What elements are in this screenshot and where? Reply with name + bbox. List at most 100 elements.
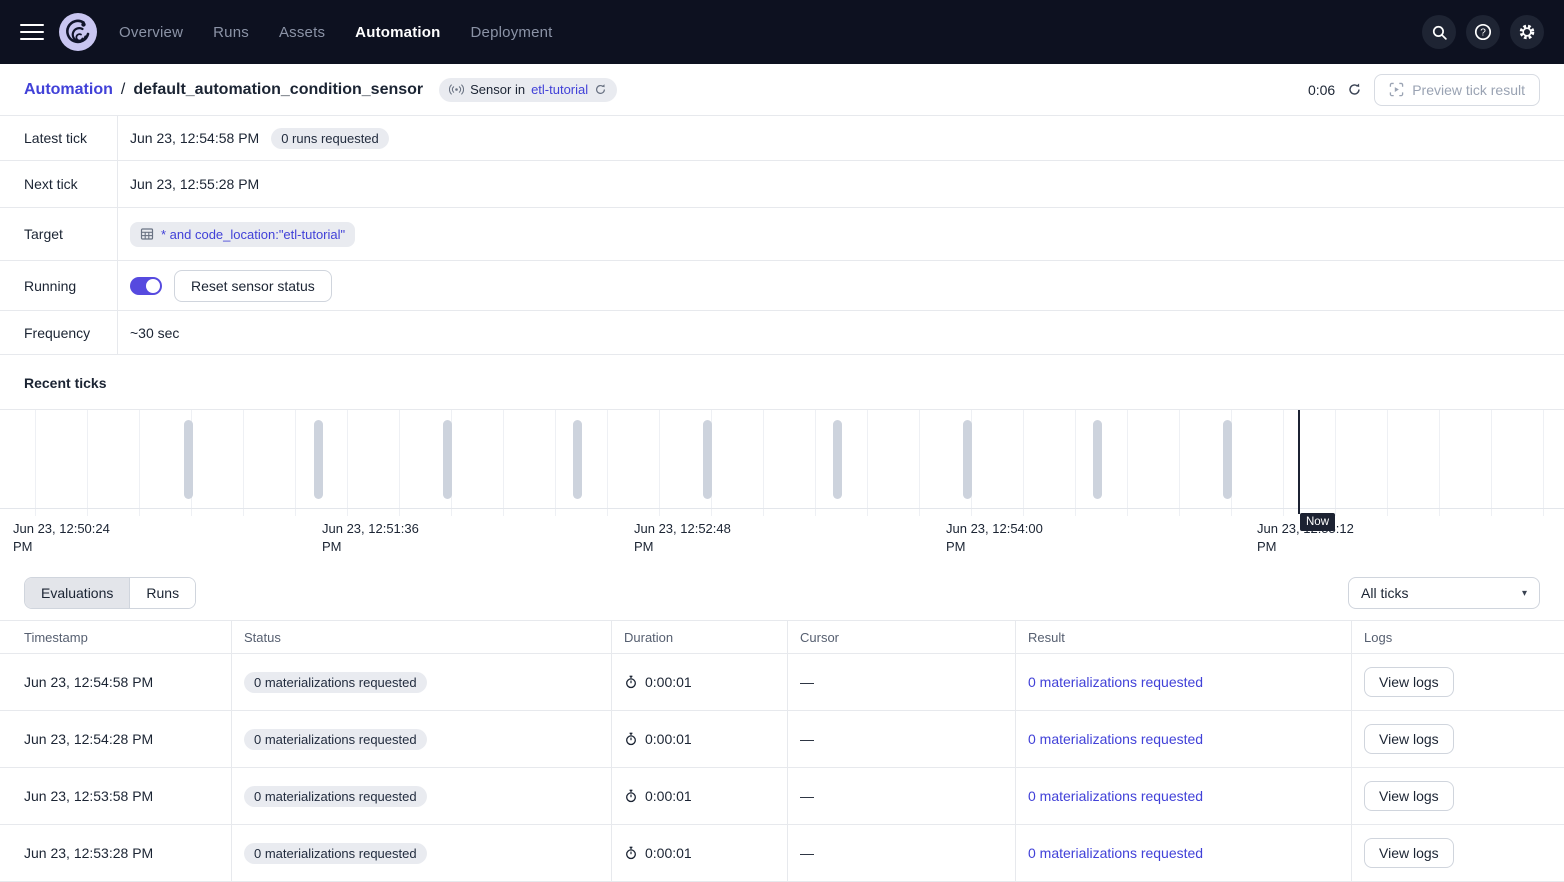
evaluations-table: Timestamp Status Duration Cursor Result … (0, 620, 1564, 882)
cell-timestamp: Jun 23, 12:54:58 PM (0, 654, 232, 710)
frequency-value: ~30 sec (130, 325, 179, 341)
table-row: Jun 23, 12:54:28 PM 0 materializations r… (0, 711, 1564, 768)
status-badge: 0 materializations requested (244, 786, 427, 807)
nav-item-overview[interactable]: Overview (119, 24, 183, 41)
refresh-button[interactable] (1347, 82, 1362, 97)
tick-bar[interactable] (573, 420, 582, 499)
target-label: Target (0, 208, 118, 260)
frequency-label: Frequency (0, 311, 118, 354)
axis-label: Jun 23, 12:52:48 PM (634, 520, 734, 555)
timeline-gridline (139, 410, 140, 516)
frequency-row: Frequency ~30 sec (0, 311, 1564, 355)
refresh-icon[interactable] (594, 83, 607, 96)
timeline-gridline (1335, 410, 1336, 516)
timeline-gridline (87, 410, 88, 516)
reset-sensor-status-button[interactable]: Reset sensor status (174, 270, 332, 302)
cell-duration: 0:00:01 (612, 768, 788, 824)
dagster-logo-icon[interactable] (59, 13, 97, 51)
nav-item-deployment[interactable]: Deployment (471, 24, 553, 41)
cell-cursor: — (788, 711, 1016, 767)
tick-bar[interactable] (1093, 420, 1102, 499)
search-icon (1431, 24, 1448, 41)
view-logs-button[interactable]: View logs (1364, 838, 1454, 868)
cell-duration: 0:00:01 (612, 711, 788, 767)
view-logs-button[interactable]: View logs (1364, 781, 1454, 811)
sensor-details: Latest tick Jun 23, 12:54:58 PM 0 runs r… (0, 116, 1564, 355)
timeline-gridline (1075, 410, 1076, 516)
latest-tick-label: Latest tick (0, 116, 118, 160)
axis-label: Jun 23, 12:51:36 PM (322, 520, 422, 555)
col-header-timestamp: Timestamp (0, 621, 232, 653)
next-tick-value: Jun 23, 12:55:28 PM (130, 176, 259, 192)
running-label: Running (0, 261, 118, 310)
tick-filter-select[interactable]: All ticks ▾ (1348, 577, 1540, 609)
tick-countdown: 0:06 (1308, 82, 1335, 98)
tick-bar[interactable] (1223, 420, 1232, 499)
sensor-location-badge: Sensor in etl-tutorial (439, 78, 617, 102)
status-badge: 0 materializations requested (244, 729, 427, 750)
nav-item-runs[interactable]: Runs (213, 24, 249, 41)
breadcrumb-automation-link[interactable]: Automation (24, 81, 113, 99)
table-row: Jun 23, 12:54:58 PM 0 materializations r… (0, 654, 1564, 711)
sensor-icon (449, 84, 464, 95)
help-icon: ? (1474, 23, 1492, 41)
timeline-axis (0, 508, 1564, 509)
result-link[interactable]: 0 materializations requested (1028, 674, 1203, 690)
timeline-plot: Now (0, 410, 1564, 516)
timeline-gridline (1387, 410, 1388, 516)
timeline-gridline (1283, 410, 1284, 516)
gear-icon (1518, 23, 1536, 41)
target-selection-text: * and code_location:"etl-tutorial" (161, 227, 345, 242)
timeline-gridline (347, 410, 348, 516)
timeline-gridline (607, 410, 608, 516)
caret-down-icon: ▾ (1522, 588, 1527, 599)
tick-bar[interactable] (703, 420, 712, 499)
asset-table-icon (140, 227, 154, 241)
tab-runs[interactable]: Runs (130, 578, 195, 608)
result-link[interactable]: 0 materializations requested (1028, 731, 1203, 747)
preview-scan-play-icon (1389, 82, 1404, 97)
result-link[interactable]: 0 materializations requested (1028, 788, 1203, 804)
table-body: Jun 23, 12:54:58 PM 0 materializations r… (0, 654, 1564, 882)
target-selection-badge[interactable]: * and code_location:"etl-tutorial" (130, 222, 355, 247)
cell-timestamp: Jun 23, 12:54:28 PM (0, 711, 232, 767)
view-logs-button[interactable]: View logs (1364, 667, 1454, 697)
timeline-gridline (659, 410, 660, 516)
tick-bar[interactable] (314, 420, 323, 499)
recent-ticks-heading: Recent ticks (0, 355, 1564, 409)
latest-tick-value: Jun 23, 12:54:58 PM (130, 130, 259, 146)
sensor-badge-text: Sensor in (470, 82, 525, 97)
tick-bar[interactable] (963, 420, 972, 499)
axis-label: Jun 23, 12:50:24 PM (13, 520, 113, 555)
cell-timestamp: Jun 23, 12:53:58 PM (0, 768, 232, 824)
nav-item-assets[interactable]: Assets (279, 24, 325, 41)
timeline-gridline (1491, 410, 1492, 516)
result-link[interactable]: 0 materializations requested (1028, 845, 1203, 861)
tick-bar[interactable] (443, 420, 452, 499)
cell-cursor: — (788, 654, 1016, 710)
preview-tick-result-button[interactable]: Preview tick result (1374, 74, 1540, 106)
search-button[interactable] (1422, 15, 1456, 49)
code-location-link[interactable]: etl-tutorial (531, 82, 588, 97)
tick-bar[interactable] (184, 420, 193, 499)
timeline-gridline (35, 410, 36, 516)
settings-button[interactable] (1510, 15, 1544, 49)
view-logs-button[interactable]: View logs (1364, 724, 1454, 754)
timeline-gridline (243, 410, 244, 516)
col-header-cursor: Cursor (788, 621, 1016, 653)
view-segmented-control: Evaluations Runs (24, 577, 196, 609)
menu-icon[interactable] (20, 24, 46, 41)
next-tick-row: Next tick Jun 23, 12:55:28 PM (0, 161, 1564, 208)
tab-evaluations[interactable]: Evaluations (25, 578, 130, 608)
target-row: Target * and code_location:"etl-tutorial… (0, 208, 1564, 261)
breadcrumb-separator: / (121, 81, 125, 99)
nav-item-automation[interactable]: Automation (355, 24, 440, 41)
tick-bar[interactable] (833, 420, 842, 499)
running-toggle[interactable] (130, 277, 162, 295)
stopwatch-icon (624, 789, 638, 803)
running-row: Running Reset sensor status (0, 261, 1564, 311)
timeline-gridline (867, 410, 868, 516)
help-button[interactable]: ? (1466, 15, 1500, 49)
recent-ticks-timeline: Now Jun 23, 12:50:24 PM Jun 23, 12:51:36 … (0, 409, 1564, 552)
col-header-result: Result (1016, 621, 1352, 653)
